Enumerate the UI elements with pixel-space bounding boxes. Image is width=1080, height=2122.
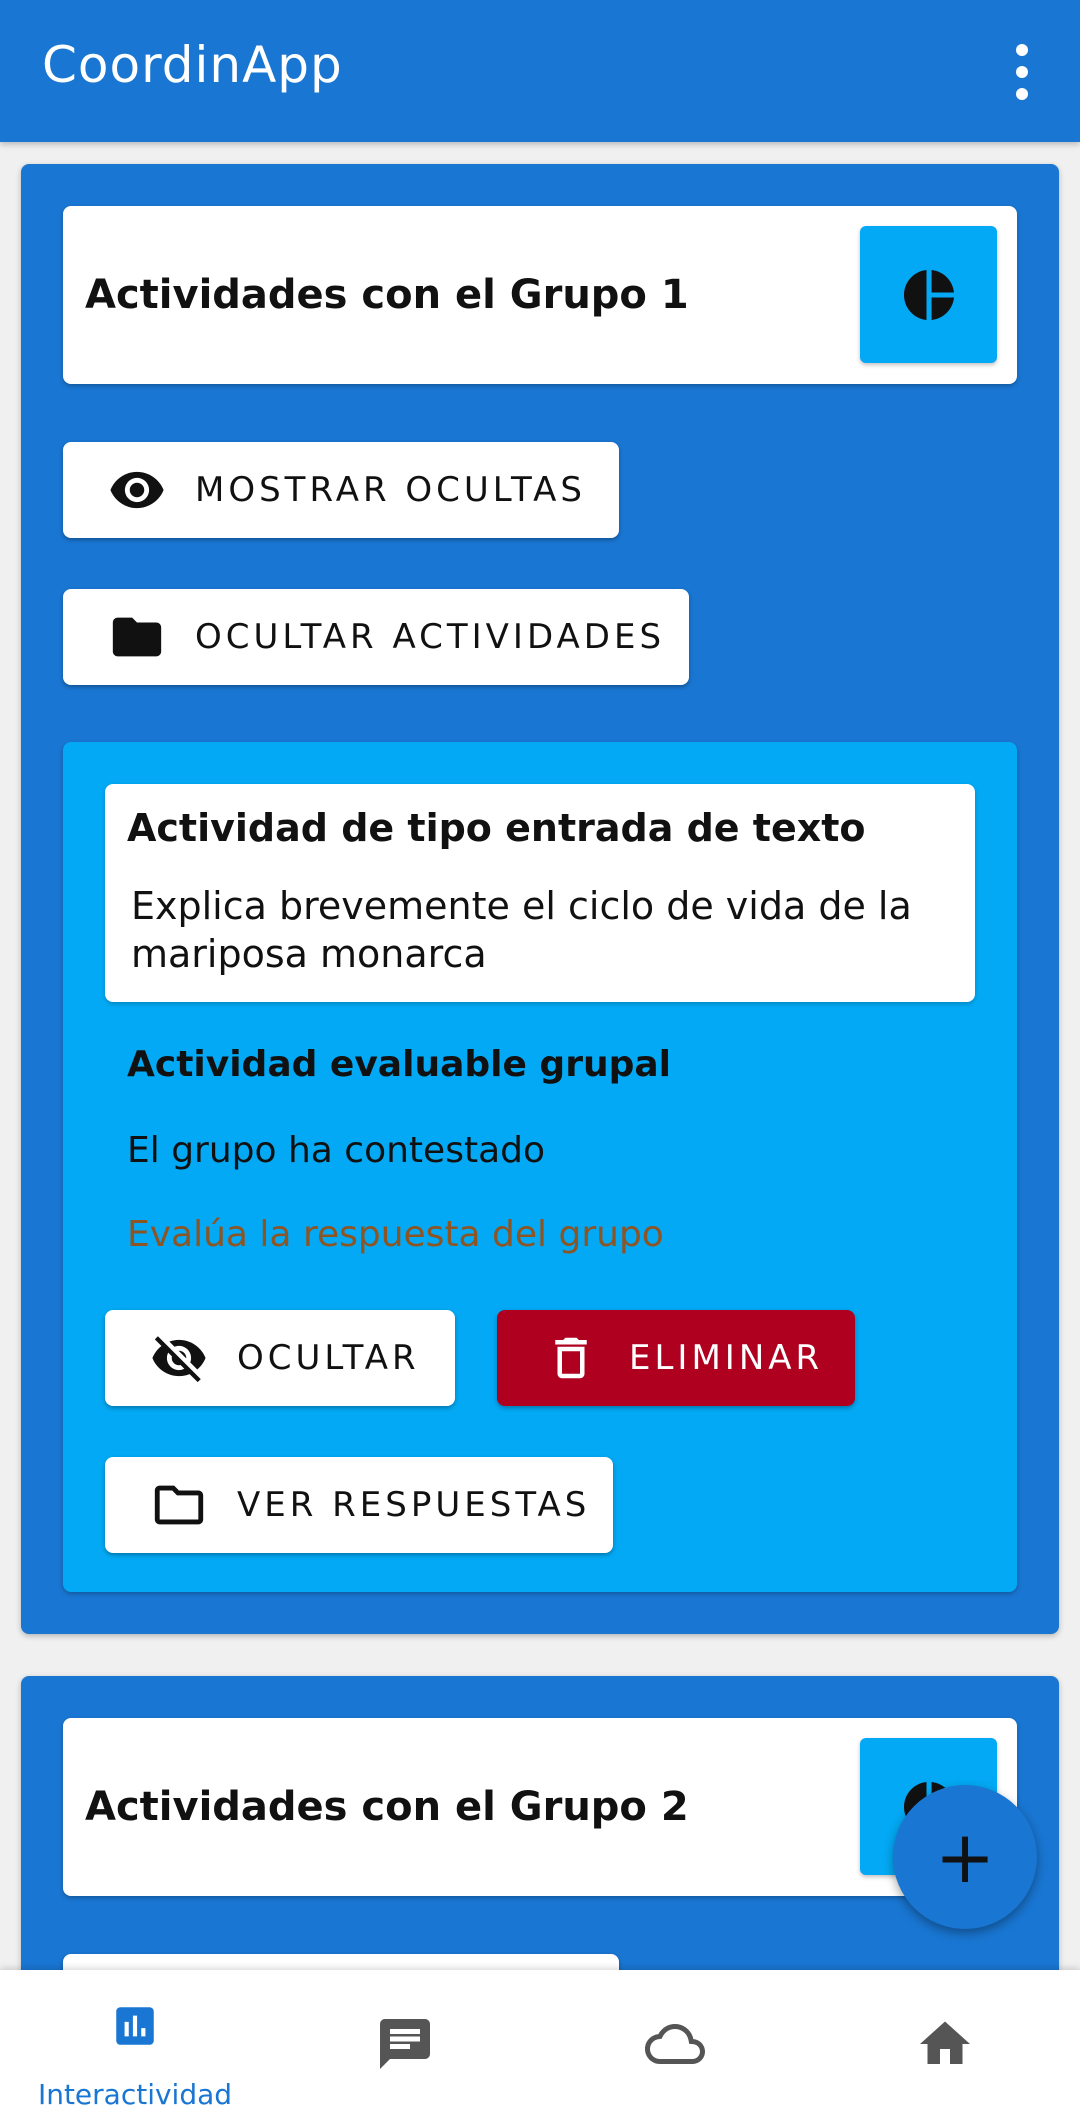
pie-chart-icon [903,269,954,320]
delete-activity-label: ELIMINAR [629,1338,824,1378]
show-hidden-button[interactable] [63,1954,619,1970]
show-hidden-label: MOSTRAR OCULTAS [195,470,587,510]
delete-activity-button[interactable]: ELIMINAR [497,1310,855,1406]
activity-card: Actividad de tipo entrada de texto Expli… [63,742,1017,1592]
hide-activity-label: OCULTAR [237,1338,420,1378]
activity-title: Actividad de tipo entrada de texto [127,806,866,850]
bottom-navigation: Interactividad [0,1970,1080,2122]
more-vert-icon[interactable] [1000,44,1044,100]
folder-icon [107,607,167,667]
chat-icon [375,2014,435,2074]
evaluate-response-link[interactable]: Evalúa la respuesta del grupo [127,1214,664,1255]
group-title: Actividades con el Grupo 1 [85,272,689,318]
group-header: Actividades con el Grupo 1 [63,206,1017,384]
eye-off-icon [149,1328,209,1388]
activity-status: El grupo ha contestado [127,1130,546,1171]
content-scroll[interactable]: Actividades con el Grupo 1 MOSTRAR OCULT… [0,142,1080,1970]
hide-activities-button[interactable]: OCULTAR ACTIVIDADES [63,589,689,685]
plus-icon: + [934,1815,996,1899]
bar-chart-icon [105,1996,165,2056]
nav-label: Interactividad [37,2078,233,2111]
hide-activities-label: OCULTAR ACTIVIDADES [195,617,666,657]
hide-activity-button[interactable]: OCULTAR [105,1310,455,1406]
group-stats-button[interactable] [860,226,997,363]
trash-icon [541,1328,601,1388]
nav-item-interactividad[interactable]: Interactividad [0,1970,270,2122]
nav-item-home[interactable] [810,1970,1080,2122]
eye-icon [107,460,167,520]
view-answers-button[interactable]: VER RESPUESTAS [105,1457,613,1553]
add-fab-button[interactable]: + [893,1785,1037,1929]
app-bar: CoordinApp [0,0,1080,142]
group-header: Actividades con el Grupo 2 [63,1718,1017,1896]
nav-item-cloud[interactable] [540,1970,810,2122]
cloud-icon [645,2014,705,2074]
app-title: CoordinApp [42,36,343,94]
show-hidden-button[interactable]: MOSTRAR OCULTAS [63,442,619,538]
activity-info: Actividad de tipo entrada de texto Expli… [105,784,975,1002]
activity-description: Explica brevemente el ciclo de vida de l… [131,884,912,976]
view-answers-label: VER RESPUESTAS [237,1485,591,1525]
activity-type: Actividad evaluable grupal [127,1044,671,1085]
folder-outline-icon [149,1475,209,1535]
group-title: Actividades con el Grupo 2 [85,1784,689,1830]
nav-item-chat[interactable] [270,1970,540,2122]
home-icon [915,2014,975,2074]
group-card-1: Actividades con el Grupo 1 MOSTRAR OCULT… [21,164,1059,1634]
